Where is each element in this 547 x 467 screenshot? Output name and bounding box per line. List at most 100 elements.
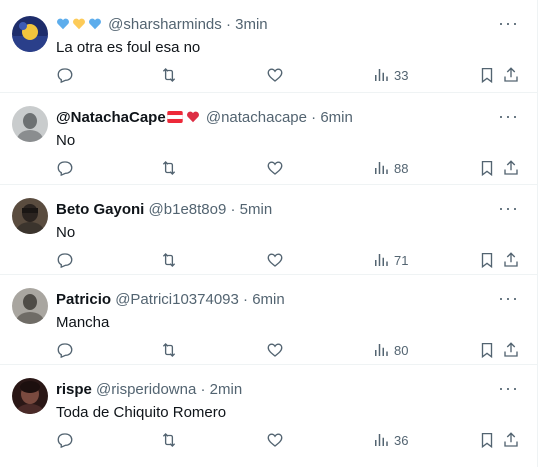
views-chart-icon (375, 69, 388, 81)
repost-button[interactable] (160, 158, 178, 178)
display-name[interactable]: rispe (56, 381, 92, 398)
view-count: 71 (394, 252, 409, 268)
reply-icon (57, 343, 73, 359)
heart-icon (267, 343, 283, 357)
name-emojis (56, 16, 108, 33)
bookmark-button[interactable] (478, 65, 496, 85)
avatar[interactable] (12, 16, 48, 52)
timestamp[interactable]: 5min (240, 201, 273, 218)
like-button[interactable] (266, 65, 284, 85)
repost-button[interactable] (160, 65, 178, 85)
share-button[interactable] (502, 250, 520, 270)
display-name[interactable]: Beto Gayoni (56, 201, 144, 218)
action-bar: 80 (56, 340, 519, 360)
repost-icon (162, 68, 176, 82)
bookmark-icon (481, 160, 493, 177)
display-name[interactable]: @NatachaCape (56, 109, 166, 126)
handle[interactable]: @b1e8t8o9 (149, 201, 227, 218)
handle[interactable]: @natachacape (206, 109, 307, 126)
bookmark-button[interactable] (478, 430, 496, 450)
blue-heart-icon (89, 18, 101, 30)
view-count: 36 (394, 432, 409, 448)
post-header: Beto Gayoni @b1e8t8o9 · 5min (56, 200, 272, 220)
reply-button[interactable] (56, 158, 74, 178)
bookmark-button[interactable] (478, 340, 496, 360)
post-text: No (56, 132, 76, 149)
like-button[interactable] (266, 430, 284, 450)
post-text: No (56, 224, 76, 241)
timestamp[interactable]: 6min (320, 109, 353, 126)
post-text: La otra es foul esa no (56, 39, 201, 56)
reply-button[interactable] (56, 430, 74, 450)
heart-icon (267, 68, 283, 82)
share-icon (504, 342, 518, 357)
reply-button[interactable] (56, 65, 74, 85)
reply-button[interactable] (56, 340, 74, 360)
bookmark-icon (481, 67, 493, 84)
separator-dot: · (200, 381, 206, 398)
bookmark-icon (481, 342, 493, 359)
share-icon (504, 160, 518, 175)
avatar[interactable] (12, 288, 48, 324)
post-header: @sharsharminds · 3min (56, 15, 268, 35)
share-button[interactable] (502, 65, 520, 85)
heart-icon (267, 253, 283, 267)
more-options-icon[interactable]: ··· (498, 107, 519, 125)
blue-heart-icon (57, 18, 69, 30)
views-chart-icon (375, 434, 388, 446)
display-name[interactable]: Patricio (56, 291, 111, 308)
heart-icon (267, 433, 283, 447)
repost-button[interactable] (160, 250, 178, 270)
reply-icon (57, 433, 73, 449)
post[interactable]: @sharsharminds · 3min ··· La otra es fou… (0, 0, 537, 93)
action-bar: 36 (56, 430, 519, 450)
views-chart-icon (375, 254, 388, 266)
bookmark-button[interactable] (478, 250, 496, 270)
post-header: Patricio @Patrici10374093 · 6min (56, 290, 285, 310)
bookmark-button[interactable] (478, 158, 496, 178)
post[interactable]: rispe @risperidowna · 2min ··· Toda de C… (0, 365, 537, 467)
more-options-icon[interactable]: ··· (498, 289, 519, 307)
like-button[interactable] (266, 158, 284, 178)
handle[interactable]: @sharsharminds (108, 16, 222, 33)
more-options-icon[interactable]: ··· (498, 199, 519, 217)
repost-icon (162, 433, 176, 447)
like-button[interactable] (266, 250, 284, 270)
timestamp[interactable]: 3min (235, 16, 268, 33)
share-button[interactable] (502, 430, 520, 450)
repost-button[interactable] (160, 430, 178, 450)
post-text: Mancha (56, 314, 110, 331)
handle[interactable]: @risperidowna (96, 381, 196, 398)
post-text: Toda de Chiquito Romero (56, 404, 227, 421)
views-button[interactable]: 71 (372, 250, 408, 270)
view-count: 80 (394, 342, 409, 358)
view-count: 88 (394, 160, 409, 176)
views-button[interactable]: 36 (372, 430, 408, 450)
avatar[interactable] (12, 106, 48, 142)
repost-button[interactable] (160, 340, 178, 360)
reply-icon (57, 161, 73, 177)
reply-button[interactable] (56, 250, 74, 270)
avatar[interactable] (12, 198, 48, 234)
action-bar: 88 (56, 158, 519, 178)
separator-dot: · (230, 201, 236, 218)
more-options-icon[interactable]: ··· (498, 379, 519, 397)
views-button[interactable]: 33 (372, 65, 408, 85)
handle[interactable]: @Patrici10374093 (115, 291, 239, 308)
views-button[interactable]: 88 (372, 158, 408, 178)
view-count: 33 (394, 67, 409, 83)
timestamp[interactable]: 6min (252, 291, 285, 308)
share-button[interactable] (502, 340, 520, 360)
repost-icon (162, 161, 176, 175)
like-button[interactable] (266, 340, 284, 360)
post[interactable]: @NatachaCape @natachacape · 6min ··· No … (0, 93, 537, 185)
share-button[interactable] (502, 158, 520, 178)
views-button[interactable]: 80 (372, 340, 408, 360)
more-options-icon[interactable]: ··· (498, 14, 519, 32)
reply-feed: @sharsharminds · 3min ··· La otra es fou… (0, 0, 538, 467)
post[interactable]: Patricio @Patrici10374093 · 6min ··· Man… (0, 275, 537, 365)
share-icon (504, 67, 518, 82)
timestamp[interactable]: 2min (210, 381, 243, 398)
avatar[interactable] (12, 378, 48, 414)
post[interactable]: Beto Gayoni @b1e8t8o9 · 5min ··· No 71 (0, 185, 537, 275)
